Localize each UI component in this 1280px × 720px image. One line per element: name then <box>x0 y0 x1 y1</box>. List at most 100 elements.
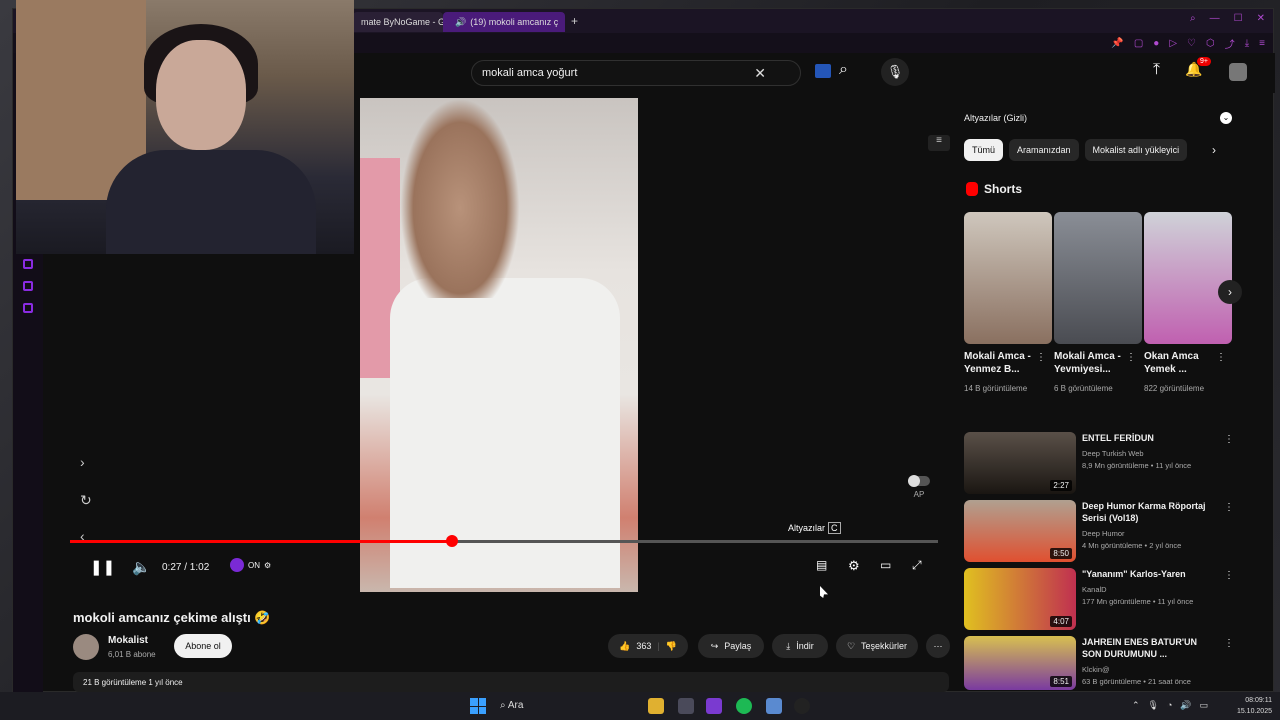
more-vert-icon[interactable]: ⋮ <box>1224 502 1234 513</box>
recommendation-channel[interactable]: KanalD <box>1082 584 1222 596</box>
video-thumbnail[interactable]: 4:07 <box>964 568 1076 630</box>
sidebar-icon-3[interactable] <box>23 303 33 313</box>
volume-icon[interactable]: 🔊 <box>1180 700 1191 711</box>
more-actions-button[interactable]: ⋯ <box>926 634 950 658</box>
heart-icon[interactable]: ♡ <box>1187 38 1196 49</box>
share-icon[interactable]: ⤴ <box>1225 36 1235 51</box>
more-vert-icon[interactable]: ⋮ <box>1224 434 1234 445</box>
autoplay-toggle[interactable]: AP <box>908 475 930 499</box>
spotify-icon[interactable] <box>736 698 752 714</box>
file-explorer-icon[interactable] <box>648 698 664 714</box>
search-box[interactable]: mokali amca yoğurt ✕ <box>471 60 801 86</box>
windows-start-icon[interactable] <box>470 698 486 714</box>
short-title[interactable]: Mokali Amca - Yevmiyesi... <box>1054 350 1126 376</box>
account-avatar[interactable] <box>1229 63 1247 81</box>
more-vert-icon[interactable]: ⋮ <box>1224 570 1234 581</box>
recommendation-channel[interactable]: Klckin@ <box>1082 664 1222 676</box>
more-vert-icon[interactable]: ⋮ <box>1126 352 1136 363</box>
chip-uploader[interactable]: Mokalist adlı yükleyici <box>1084 139 1188 161</box>
tab-icon[interactable]: ▢ <box>1134 38 1143 49</box>
maximize-icon[interactable]: ☐ <box>1234 13 1243 24</box>
video-thumbnail[interactable]: 8:51 <box>964 636 1076 690</box>
channel-name[interactable]: Mokalist <box>108 635 148 646</box>
voice-search-button[interactable]: 🎙 <box>881 58 909 86</box>
video-thumbnail[interactable]: 8:50 <box>964 500 1076 562</box>
short-title[interactable]: Okan Amca Yemek ... <box>1144 350 1216 376</box>
translate-icon[interactable] <box>815 64 831 78</box>
recommendation-channel[interactable]: Deep Humor <box>1082 528 1222 540</box>
recommendation-title[interactable]: JAHREIN ENES BATUR'UN SON DURUMUNU ... <box>1082 636 1212 660</box>
more-vert-icon[interactable]: ⋮ <box>1224 638 1234 649</box>
record-icon[interactable]: ● <box>1153 38 1159 49</box>
wifi-icon[interactable]: ◔ <box>1167 700 1172 711</box>
short-thumbnail[interactable] <box>1054 212 1142 344</box>
scrubber-handle[interactable] <box>445 535 458 547</box>
subtitle-selector[interactable]: Altyazılar (Gizli) ⌄ <box>964 108 1232 128</box>
pin-icon[interactable]: 📌 <box>1111 38 1123 49</box>
more-vert-icon[interactable]: ⋮ <box>1216 352 1226 363</box>
recommendation-title[interactable]: "Yananım" Karlos-Yaren <box>1082 568 1212 580</box>
browser-icon[interactable] <box>706 698 722 714</box>
recommendation-channel[interactable]: Deep Turkish Web <box>1082 448 1222 460</box>
more-vert-icon[interactable]: ⋮ <box>1036 352 1046 363</box>
extensions-icon[interactable]: ⬡ <box>1206 38 1215 49</box>
search-input[interactable]: mokali amca yoğurt <box>482 67 577 79</box>
taskbar-search[interactable]: ⌕ Ara <box>500 700 523 711</box>
recommendation-item[interactable]: 8:50 Deep Humor Karma Röportaj Serisi (V… <box>964 500 1234 564</box>
dislike-icon[interactable]: 👎 <box>666 641 677 652</box>
video-thumbnail[interactable]: 2:27 <box>964 432 1076 494</box>
recommendation-title[interactable]: Deep Humor Karma Röportaj Serisi (Vol18) <box>1082 500 1212 524</box>
close-icon[interactable]: ✕ <box>1257 13 1265 24</box>
recommendation-item[interactable]: 4:07 "Yananım" Karlos-Yaren KanalD 177 M… <box>964 568 1234 632</box>
chip-all[interactable]: Tümü <box>964 139 1004 161</box>
like-icon[interactable]: 👍 <box>619 641 630 652</box>
volume-icon[interactable]: 🔈 <box>132 558 151 576</box>
download-icon[interactable]: ⤓ <box>1245 38 1249 49</box>
thanks-button[interactable]: ♡ Teşekkürler <box>836 634 918 658</box>
fullscreen-icon[interactable]: ⤢ <box>912 558 922 573</box>
upload-icon[interactable]: ⤒ <box>1153 61 1160 79</box>
new-tab-button[interactable]: + <box>571 14 578 28</box>
progress-bar[interactable] <box>70 535 938 547</box>
clock[interactable]: 08:09:11 15.10.2025 <box>1237 695 1272 717</box>
clear-icon[interactable]: ✕ <box>754 65 766 82</box>
theater-icon[interactable]: ▭ <box>880 558 891 572</box>
short-title[interactable]: Mokali Amca - Yenmez B... <box>964 350 1036 376</box>
chevron-right-icon[interactable]: › <box>80 454 85 470</box>
recommendation-title[interactable]: ENTEL FERİDUN <box>1082 432 1212 444</box>
battery-icon[interactable]: ▭ <box>1200 700 1209 711</box>
minimize-icon[interactable]: — <box>1210 13 1220 24</box>
short-thumbnail[interactable] <box>1144 212 1232 344</box>
recommendation-item[interactable]: 2:27 ENTEL FERİDUN Deep Turkish Web 8,9 … <box>964 432 1234 496</box>
tab-youtube[interactable]: 🔊 (19) mokoli amcanız ç <box>443 12 565 32</box>
video-frame[interactable] <box>360 98 638 592</box>
short-thumbnail[interactable] <box>964 212 1052 344</box>
subscribe-button[interactable]: Abone ol <box>174 634 232 658</box>
sidebar-icon-1[interactable] <box>23 259 33 269</box>
download-button[interactable]: ⤓ İndir <box>772 634 828 658</box>
settings-icon[interactable]: ⚙ <box>848 558 860 574</box>
app-icon[interactable] <box>766 698 782 714</box>
play-icon[interactable]: ▷ <box>1169 38 1177 49</box>
menu-icon[interactable]: ≡ <box>1259 38 1265 49</box>
description-box[interactable]: 21 B görüntüleme 1 yıl önce <box>73 672 949 692</box>
chevron-up-icon[interactable]: ⌃ <box>1132 700 1140 711</box>
pause-icon[interactable]: ❚❚ <box>90 558 115 576</box>
channel-avatar[interactable] <box>73 634 99 660</box>
store-icon[interactable] <box>678 698 694 714</box>
tab-bynogame[interactable]: mate ByNoGame - Gel <box>353 12 443 32</box>
microphone-icon[interactable]: 🎙 <box>1148 700 1159 711</box>
share-button[interactable]: ↪ Paylaş <box>698 634 764 658</box>
sidebar-icon-2[interactable] <box>23 281 33 291</box>
replay-icon[interactable]: ↻ <box>80 492 92 509</box>
extension-widget[interactable]: ON ⚙ <box>230 558 271 572</box>
search-icon[interactable]: ⌕ <box>1190 13 1196 24</box>
recommendation-item[interactable]: 8:51 JAHREIN ENES BATUR'UN SON DURUMUNU … <box>964 636 1234 690</box>
shorts-next-button[interactable]: › <box>1218 280 1242 304</box>
chips-next-icon[interactable]: › <box>1212 143 1216 157</box>
subtitles-icon[interactable]: ▤ <box>816 558 827 572</box>
playlist-icon[interactable]: ≡ <box>928 135 950 151</box>
chip-from-search[interactable]: Aramanızdan <box>1009 139 1079 161</box>
search-icon[interactable]: ⌕ <box>839 61 848 79</box>
gear-icon[interactable]: ⚙ <box>264 561 271 570</box>
